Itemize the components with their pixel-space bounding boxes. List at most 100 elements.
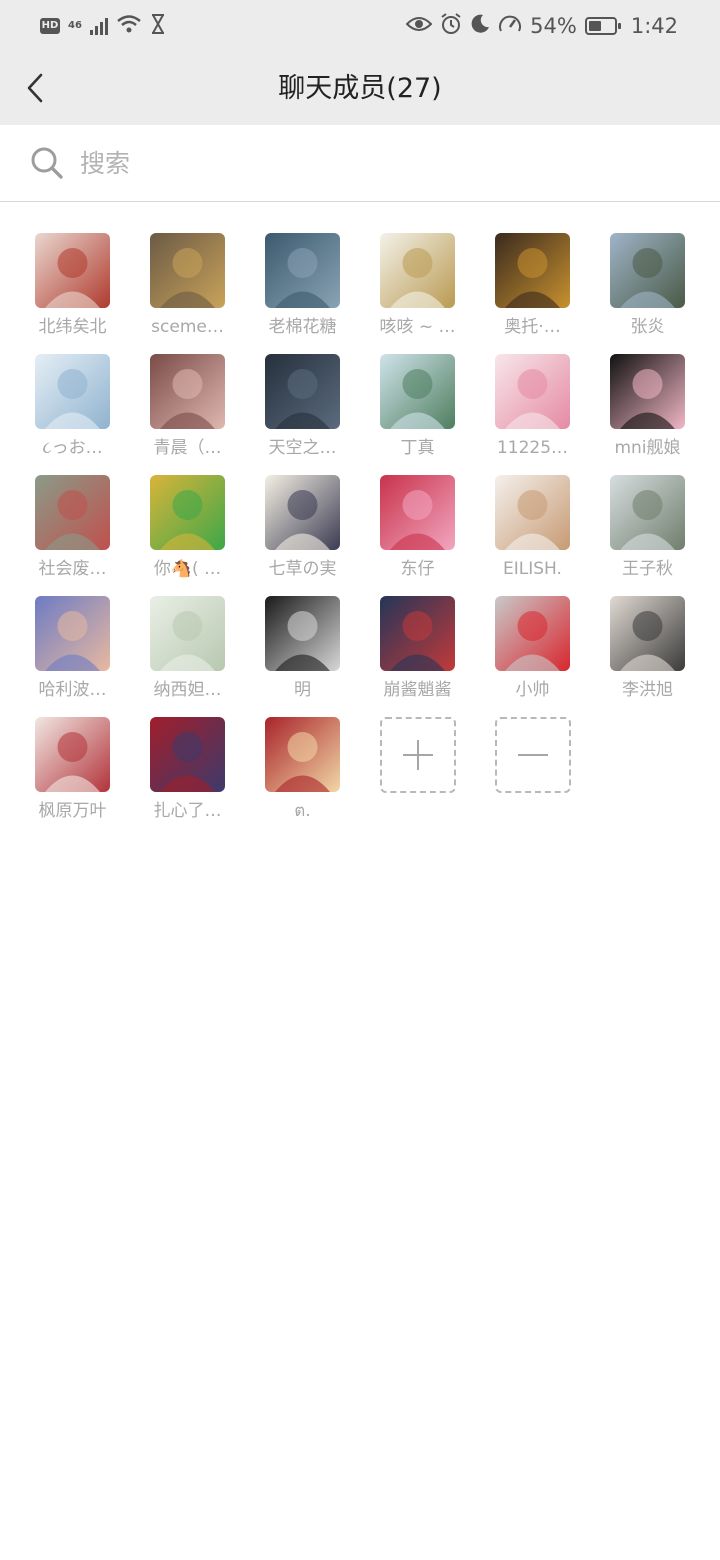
avatar[interactable] xyxy=(495,233,570,308)
member-name: 东仔 xyxy=(400,559,435,579)
moon-icon xyxy=(470,14,490,39)
avatar[interactable] xyxy=(610,596,685,671)
member-item[interactable]: 扎心了… xyxy=(130,717,245,823)
avatar[interactable] xyxy=(610,354,685,429)
member-item[interactable]: 小帅 xyxy=(475,596,590,702)
avatar[interactable] xyxy=(265,475,340,550)
search-input[interactable] xyxy=(78,147,642,179)
avatar[interactable] xyxy=(150,475,225,550)
avatar[interactable] xyxy=(495,475,570,550)
hd-icon: HD xyxy=(40,18,60,34)
avatar[interactable] xyxy=(35,596,110,671)
member-name: 老棉花糖 xyxy=(268,317,337,337)
member-item[interactable]: ต. xyxy=(245,717,360,823)
avatar[interactable] xyxy=(150,596,225,671)
member-item[interactable]: 奥托·… xyxy=(475,233,590,339)
member-item[interactable]: 七草の実 xyxy=(245,475,360,581)
member-item[interactable]: 明 xyxy=(245,596,360,702)
member-item[interactable]: 北纬矣北 xyxy=(15,233,130,339)
member-name: 枫原万叶 xyxy=(38,801,107,821)
member-name: 张炎 xyxy=(630,317,665,337)
speedometer-icon xyxy=(498,13,522,40)
avatar[interactable] xyxy=(35,354,110,429)
avatar[interactable] xyxy=(150,354,225,429)
member-name: 11225… xyxy=(496,438,569,458)
avatar[interactable] xyxy=(495,596,570,671)
avatar[interactable] xyxy=(265,354,340,429)
plus-icon xyxy=(402,740,433,770)
member-name: 咳咳 ~ … xyxy=(379,317,456,337)
member-name: 明 xyxy=(294,680,311,700)
remove-member-button[interactable] xyxy=(475,717,590,823)
avatar[interactable] xyxy=(265,596,340,671)
member-name: mni舰娘 xyxy=(614,438,681,458)
member-name: 小帅 xyxy=(515,680,550,700)
member-item[interactable]: 哈利波… xyxy=(15,596,130,702)
remove-member-button-box[interactable] xyxy=(494,717,571,793)
add-member-button-box[interactable] xyxy=(379,717,456,793)
avatar[interactable] xyxy=(265,717,340,792)
avatar[interactable] xyxy=(150,717,225,792)
alarm-icon xyxy=(440,12,462,40)
member-item[interactable]: 11225… xyxy=(475,354,590,460)
avatar[interactable] xyxy=(265,233,340,308)
status-bar-right: 54% 1:42 xyxy=(405,12,720,40)
avatar[interactable] xyxy=(495,354,570,429)
member-name: EILISH. xyxy=(503,559,562,579)
member-name: 哈利波… xyxy=(38,680,107,700)
member-name: 你🐴( … xyxy=(153,559,222,579)
hourglass-icon xyxy=(150,14,166,38)
avatar[interactable] xyxy=(380,475,455,550)
member-item[interactable]: ૮っお… xyxy=(15,354,130,460)
member-item[interactable]: mni舰娘 xyxy=(590,354,705,460)
member-name: 王子秋 xyxy=(622,559,673,579)
member-name: 扎心了… xyxy=(153,801,222,821)
member-item[interactable]: 咳咳 ~ … xyxy=(360,233,475,339)
member-item[interactable]: 青晨（… xyxy=(130,354,245,460)
avatar[interactable] xyxy=(150,233,225,308)
signal-icon xyxy=(89,17,108,35)
member-name: 社会废… xyxy=(38,559,107,579)
battery-icon xyxy=(584,17,621,35)
member-name: 天空之… xyxy=(268,438,337,458)
member-item[interactable]: 天空之… xyxy=(245,354,360,460)
member-item[interactable]: 王子秋 xyxy=(590,475,705,581)
member-item[interactable]: 丁真 xyxy=(360,354,475,460)
member-name: 青晨（… xyxy=(153,438,222,458)
member-item[interactable]: 纳西妲… xyxy=(130,596,245,702)
avatar[interactable] xyxy=(610,475,685,550)
member-item[interactable]: 崩酱魈酱 xyxy=(360,596,475,702)
member-item[interactable]: 老棉花糖 xyxy=(245,233,360,339)
member-item[interactable]: 李洪旭 xyxy=(590,596,705,702)
eye-icon xyxy=(405,14,433,38)
member-item[interactable]: 你🐴( … xyxy=(130,475,245,581)
status-bar: HD 46 54% 1:42 xyxy=(0,0,720,52)
member-grid: 北纬矣北 sceme… 老棉花糖 咳咳 ~ … 奥托·… 张炎 ૮っお… 青晨（… 天空之… 丁真… xyxy=(15,233,705,823)
back-button[interactable] xyxy=(12,64,58,112)
avatar[interactable] xyxy=(610,233,685,308)
member-name: 北纬矣北 xyxy=(38,317,107,337)
member-item[interactable]: EILISH. xyxy=(475,475,590,581)
avatar[interactable] xyxy=(35,475,110,550)
avatar[interactable] xyxy=(35,233,110,308)
avatar[interactable] xyxy=(380,596,455,671)
member-item[interactable]: 东仔 xyxy=(360,475,475,581)
clock-time: 1:42 xyxy=(630,14,678,38)
member-item[interactable]: 社会废… xyxy=(15,475,130,581)
avatar[interactable] xyxy=(35,717,110,792)
avatar[interactable] xyxy=(380,233,455,308)
member-name: 七草の実 xyxy=(268,559,337,579)
member-name: sceme… xyxy=(151,317,224,337)
member-item[interactable]: 张炎 xyxy=(590,233,705,339)
header: 聊天成员(27) xyxy=(0,52,720,125)
search-icon[interactable] xyxy=(30,146,64,180)
status-bar-left: HD 46 xyxy=(0,14,166,38)
wifi-icon xyxy=(116,14,142,38)
add-member-button[interactable] xyxy=(360,717,475,823)
member-item[interactable]: 枫原万叶 xyxy=(15,717,130,823)
avatar[interactable] xyxy=(380,354,455,429)
chevron-left-icon xyxy=(27,73,43,103)
member-item[interactable]: sceme… xyxy=(130,233,245,339)
member-name: 崩酱魈酱 xyxy=(383,680,452,700)
page-title: 聊天成员(27) xyxy=(278,73,442,104)
